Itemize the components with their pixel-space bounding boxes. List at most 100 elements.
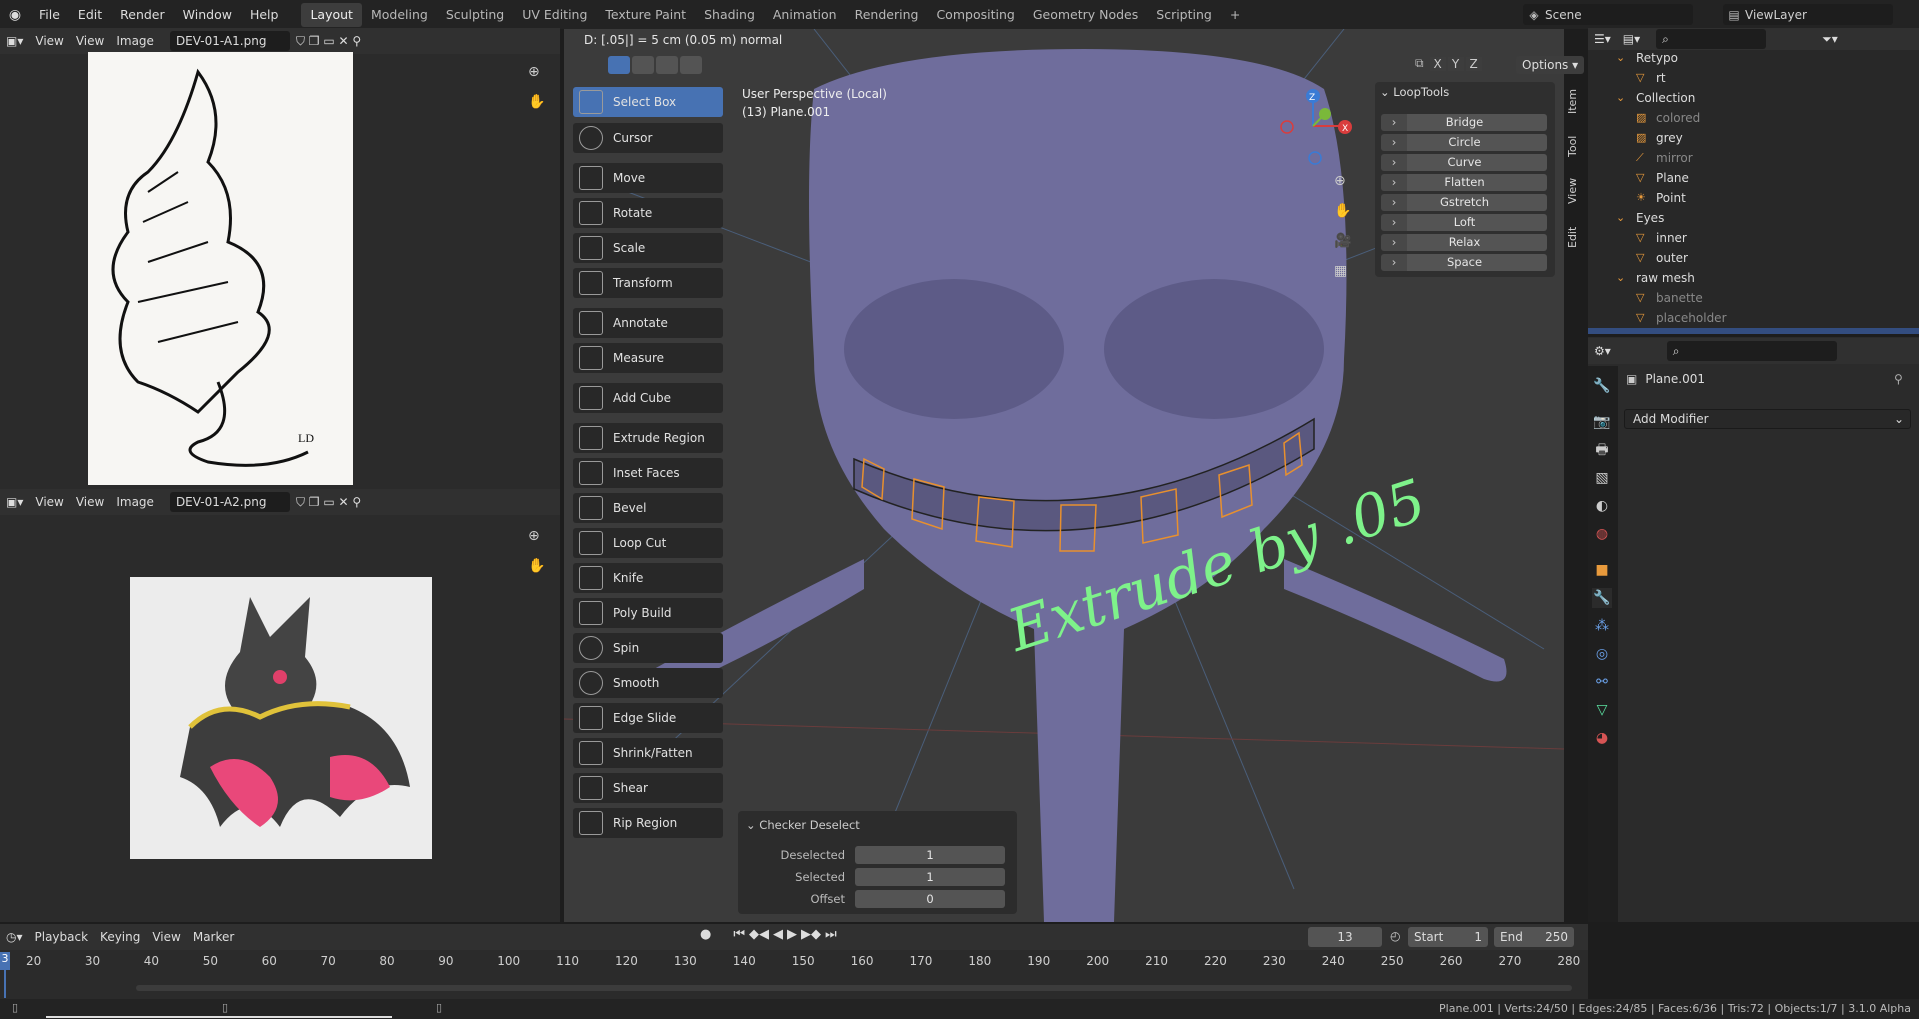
menu-file[interactable]: File xyxy=(30,0,69,29)
looptools-curve[interactable]: Curve xyxy=(1381,154,1547,171)
zoom-icon[interactable]: ⊕ xyxy=(528,528,540,544)
menu-edit[interactable]: Edit xyxy=(69,0,111,29)
tool-shrink-fatten[interactable]: Shrink/Fatten xyxy=(573,738,723,768)
filter-icon[interactable]: ⏷▾ xyxy=(1816,29,1844,49)
image-menu[interactable]: Image xyxy=(110,31,160,51)
tool-spin[interactable]: Spin xyxy=(573,633,723,663)
tool-scale[interactable]: Scale xyxy=(573,233,723,263)
outliner-item-outer[interactable]: ▽ outer xyxy=(1590,248,1900,268)
looptools-relax[interactable]: Relax xyxy=(1381,234,1547,251)
keying-menu[interactable]: Keying xyxy=(94,927,146,947)
tool-cursor[interactable]: Cursor xyxy=(573,123,723,153)
scene-selector[interactable]: ◈ Scene xyxy=(1523,4,1693,25)
image-filename-field[interactable]: DEV-01-A2.png xyxy=(169,492,290,512)
tab-item[interactable]: Item xyxy=(1566,86,1579,116)
playback-menu[interactable]: Playback xyxy=(29,927,95,947)
pan-hand-icon[interactable]: ✋ xyxy=(528,94,545,110)
view-layer-properties-icon[interactable]: ▧ xyxy=(1592,468,1612,488)
outliner-item-banette[interactable]: ▽ banette xyxy=(1590,288,1900,308)
tab-compositing[interactable]: Compositing xyxy=(927,3,1023,27)
tab-tool[interactable]: Tool xyxy=(1566,131,1579,161)
image-actions-icons[interactable]: ⛉ ❐ ▭ ✕ ⚲ xyxy=(290,492,367,512)
tool-annotate[interactable]: Annotate xyxy=(573,308,723,338)
looptools-bridge[interactable]: Bridge xyxy=(1381,114,1547,131)
outliner-item-point[interactable]: ☀ Point xyxy=(1590,188,1900,208)
ortho-toggle-icon[interactable]: ▦ xyxy=(1334,263,1347,279)
tab-sculpting[interactable]: Sculpting xyxy=(437,3,513,27)
start-frame-field[interactable]: Start 1 xyxy=(1408,927,1488,947)
current-frame-indicator[interactable]: 3 xyxy=(0,952,10,970)
view-menu[interactable]: View xyxy=(70,492,110,512)
tool-poly-build[interactable]: Poly Build xyxy=(573,598,723,628)
outliner-item-grey[interactable]: ▨ grey xyxy=(1590,128,1900,148)
pin-icon[interactable]: ⚲ xyxy=(1894,372,1903,386)
select-mode-new-icon[interactable] xyxy=(608,56,630,74)
tool-knife[interactable]: Knife xyxy=(573,563,723,593)
tab-layout[interactable]: Layout xyxy=(301,2,362,27)
navigation-gizmo[interactable]: Z X xyxy=(1273,86,1363,166)
menu-render[interactable]: Render xyxy=(111,0,174,29)
pan-hand-icon[interactable]: ✋ xyxy=(528,558,545,574)
tool-add-cube[interactable]: Add Cube xyxy=(573,383,723,413)
play-icon[interactable]: ▶ xyxy=(787,927,797,942)
checker-deselect-title[interactable]: ⌄ Checker Deselect xyxy=(746,818,860,832)
object-properties-icon[interactable]: ■ xyxy=(1592,560,1612,580)
axis-y-toggle[interactable]: Y xyxy=(1447,56,1464,71)
view-layer-selector[interactable]: ▤ ViewLayer xyxy=(1723,4,1893,25)
outliner-item-retypo[interactable]: ⌄ Retypo xyxy=(1590,48,1900,68)
looptools-circle[interactable]: Circle xyxy=(1381,134,1547,151)
view-mode-dropdown[interactable]: View xyxy=(29,492,69,512)
tool-move[interactable]: Move xyxy=(573,163,723,193)
select-mode-subtract-icon[interactable] xyxy=(656,56,678,74)
zoom-icon[interactable]: ⊕ xyxy=(528,64,540,80)
outliner-item-inner[interactable]: ▽ inner xyxy=(1590,228,1900,248)
tab-modeling[interactable]: Modeling xyxy=(362,3,437,27)
tool-transform[interactable]: Transform xyxy=(573,268,723,298)
options-dropdown[interactable]: Options ▾ xyxy=(1516,56,1585,74)
end-frame-field[interactable]: End 250 xyxy=(1494,927,1574,947)
editor-type-icon[interactable]: ▣▾ xyxy=(0,31,29,51)
offset-field[interactable]: 0 xyxy=(855,890,1005,908)
looptools-title[interactable]: ⌄ LoopTools xyxy=(1380,85,1449,99)
tab-animation[interactable]: Animation xyxy=(764,3,846,27)
particles-properties-icon[interactable]: ⁂ xyxy=(1592,616,1612,636)
add-modifier-dropdown[interactable]: Add Modifier ⌄ xyxy=(1624,409,1911,429)
image-filename-field[interactable]: DEV-01-A1.png xyxy=(169,31,290,51)
scene-properties-icon[interactable]: ◐ xyxy=(1592,496,1612,516)
deselected-field[interactable]: 1 xyxy=(855,846,1005,864)
add-workspace-button[interactable]: + xyxy=(1221,3,1249,27)
tool-bevel[interactable]: Bevel xyxy=(573,493,723,523)
viewport-pan-icon[interactable]: ✋ xyxy=(1334,203,1351,219)
looptools-space[interactable]: Space xyxy=(1381,254,1547,271)
modifier-properties-icon[interactable]: 🔧 xyxy=(1592,588,1612,608)
mirror-icon[interactable]: ⧉ xyxy=(1415,56,1424,71)
menu-window[interactable]: Window xyxy=(174,0,241,29)
tab-uv-editing[interactable]: UV Editing xyxy=(513,3,596,27)
editor-type-icon[interactable]: ▣▾ xyxy=(0,492,29,512)
tool-edge-slide[interactable]: Edge Slide xyxy=(573,703,723,733)
axis-z-toggle[interactable]: Z xyxy=(1465,56,1482,71)
tool-select-box[interactable]: Select Box xyxy=(573,87,723,117)
world-properties-icon[interactable]: ◍ xyxy=(1592,524,1612,544)
tab-edit[interactable]: Edit xyxy=(1566,222,1579,252)
outliner-item-eyes[interactable]: ⌄ Eyes xyxy=(1590,208,1900,228)
outliner-item-placeholder[interactable]: ▽ placeholder xyxy=(1590,308,1900,328)
jump-start-icon[interactable]: ⏮ xyxy=(733,927,745,942)
data-properties-icon[interactable]: ▽ xyxy=(1592,700,1612,720)
tool-extrude-region[interactable]: Extrude Region xyxy=(573,423,723,453)
outliner-selected-row[interactable] xyxy=(1588,328,1919,334)
outliner-item-colored[interactable]: ▨ colored xyxy=(1590,108,1900,128)
viewport-zoom-icon[interactable]: ⊕ xyxy=(1334,173,1346,189)
outliner-item-plane[interactable]: ▽ Plane xyxy=(1590,168,1900,188)
physics-properties-icon[interactable]: ◎ xyxy=(1592,644,1612,664)
outliner-item-raw-mesh[interactable]: ⌄ raw mesh xyxy=(1590,268,1900,288)
outliner-type-icon[interactable]: ☰▾ xyxy=(1588,29,1617,49)
tool-smooth[interactable]: Smooth xyxy=(573,668,723,698)
view-menu[interactable]: View xyxy=(146,927,186,947)
output-properties-icon[interactable]: 🖶 xyxy=(1592,440,1612,460)
tool-measure[interactable]: Measure xyxy=(573,343,723,373)
outliner-item-rt[interactable]: ▽ rt xyxy=(1590,68,1900,88)
properties-search-input[interactable]: ⌕ xyxy=(1666,341,1837,361)
looptools-gstretch[interactable]: Gstretch xyxy=(1381,194,1547,211)
tool-inset-faces[interactable]: Inset Faces xyxy=(573,458,723,488)
